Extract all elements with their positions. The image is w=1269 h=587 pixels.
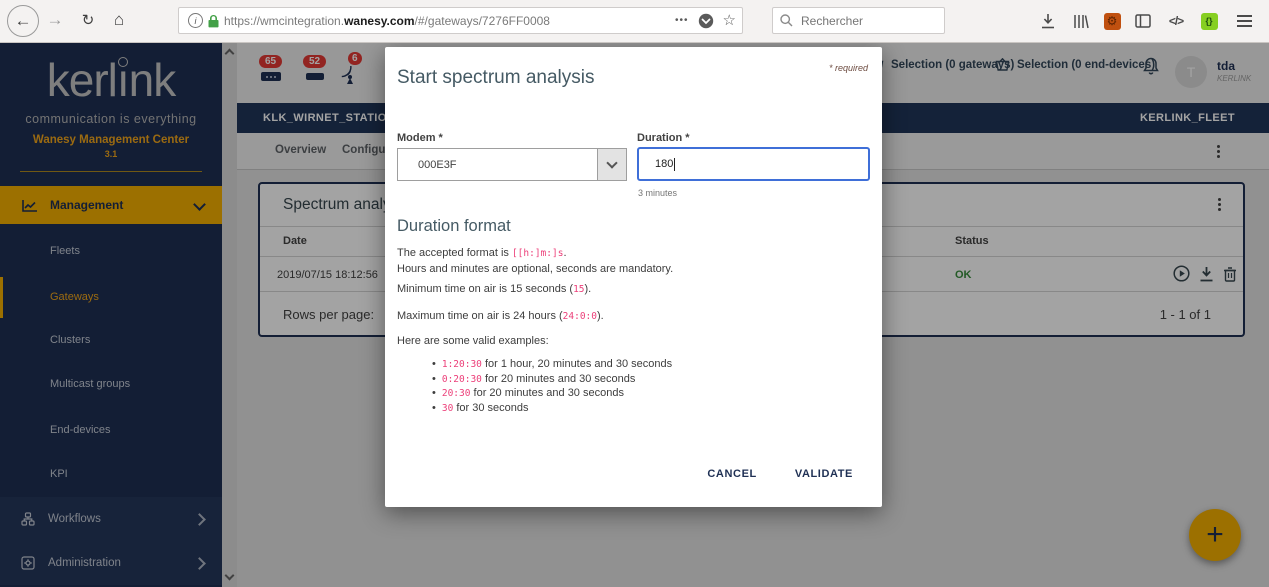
start-spectrum-analysis-dialog: Start spectrum analysis * required Modem… — [385, 47, 882, 507]
examples-intro: Here are some valid examples: — [397, 334, 549, 349]
modem-select[interactable]: 000E3F — [397, 148, 627, 181]
downloads-button[interactable] — [1036, 9, 1060, 33]
app-page: kerlınk communication is everything Wane… — [0, 42, 1269, 587]
library-button[interactable] — [1069, 9, 1093, 33]
menu-button[interactable] — [1232, 9, 1256, 33]
max-time-note: Maximum time on air is 24 hours (24:0:0)… — [397, 309, 604, 325]
back-icon: ← — [15, 11, 32, 31]
browser-toolbar: ← → ↻ ⌂ i https://wmcintegration.wanesy.… — [0, 0, 1269, 43]
forward-icon: → — [47, 10, 64, 30]
example-item: •1:20:30 for 1 hour, 20 minutes and 30 s… — [432, 358, 672, 370]
example-item: •30 for 30 seconds — [432, 402, 529, 414]
browser-search[interactable] — [772, 7, 945, 34]
min-time-note: Minimum time on air is 15 seconds (15). — [397, 282, 591, 298]
select-dropdown-button[interactable] — [597, 149, 626, 180]
validate-button[interactable]: VALIDATE — [791, 462, 857, 486]
duration-label: Duration * — [637, 132, 690, 144]
duration-format-title: Duration format — [397, 217, 511, 236]
text-cursor — [674, 158, 675, 171]
duration-helper: 3 minutes — [638, 188, 677, 198]
bookmark-star-icon[interactable]: ☆ — [723, 13, 736, 28]
forward-button[interactable]: → — [40, 5, 70, 35]
example-item: •0:20:30 for 20 minutes and 30 seconds — [432, 373, 635, 385]
page-info-icon[interactable]: i — [188, 13, 203, 28]
dialog-title: Start spectrum analysis — [397, 67, 594, 89]
page-actions-icon[interactable]: ••• — [675, 15, 689, 26]
home-button[interactable]: ⌂ — [104, 5, 134, 35]
search-icon — [780, 14, 793, 27]
modem-label: Modem * — [397, 132, 443, 144]
https-lock-icon — [208, 14, 219, 28]
pocket-icon[interactable] — [698, 13, 714, 29]
format-description: The accepted format is [[h:]m:]s. Hours … — [397, 246, 673, 276]
sidebar-toggle-button[interactable] — [1131, 9, 1155, 33]
reload-button[interactable]: ↻ — [73, 5, 103, 35]
reload-icon: ↻ — [82, 11, 95, 29]
home-icon: ⌂ — [114, 10, 124, 30]
devtools-button[interactable]: </> — [1164, 9, 1188, 33]
example-item: •20:30 for 20 minutes and 30 seconds — [432, 387, 624, 399]
extension-green-icon[interactable]: {} — [1197, 9, 1221, 33]
chevron-down-icon — [606, 157, 617, 168]
url-text: https://wmcintegration.wanesy.com/#/gate… — [224, 14, 675, 28]
url-bar[interactable]: i https://wmcintegration.wanesy.com/#/ga… — [178, 7, 743, 34]
cancel-button[interactable]: CANCEL — [703, 462, 760, 486]
extension-orange-icon[interactable]: ⚙ — [1100, 9, 1124, 33]
browser-window: ← → ↻ ⌂ i https://wmcintegration.wanesy.… — [0, 0, 1269, 587]
required-note: * required — [829, 63, 868, 73]
hamburger-icon — [1237, 15, 1252, 27]
back-button[interactable]: ← — [7, 5, 39, 37]
search-input[interactable] — [799, 13, 923, 29]
duration-field[interactable]: 180 — [637, 147, 870, 181]
